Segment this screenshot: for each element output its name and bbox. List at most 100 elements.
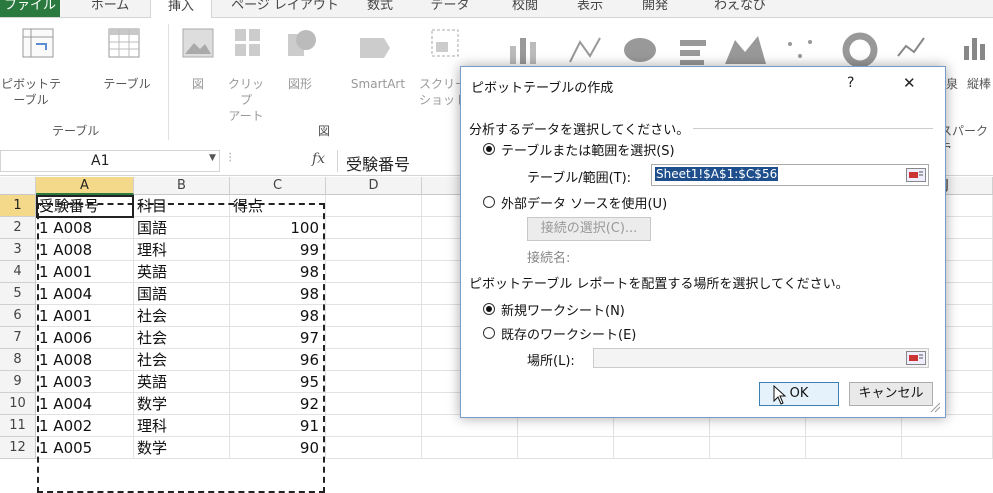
empty-cell[interactable]: [326, 239, 422, 261]
cell-a1[interactable]: 受験番号: [36, 195, 134, 217]
cell-c1[interactable]: 得点: [230, 195, 326, 217]
row-header[interactable]: 4: [0, 261, 36, 283]
cell-c10[interactable]: 92: [230, 393, 326, 415]
cell-b9[interactable]: 英語: [134, 371, 230, 393]
empty-cell[interactable]: [422, 415, 518, 437]
empty-cell[interactable]: [614, 437, 710, 459]
tab-waenabi[interactable]: わえなび: [700, 0, 780, 17]
row-header[interactable]: 10: [0, 393, 36, 415]
empty-cell[interactable]: [902, 437, 993, 459]
cell-b11[interactable]: 理科: [134, 415, 230, 437]
cell-c9[interactable]: 95: [230, 371, 326, 393]
cell-c5[interactable]: 98: [230, 283, 326, 305]
empty-cell[interactable]: [326, 305, 422, 327]
smartart-button[interactable]: SmartArt: [338, 76, 418, 92]
row-header[interactable]: 8: [0, 349, 36, 371]
empty-cell[interactable]: [518, 437, 614, 459]
cell-b4[interactable]: 英語: [134, 261, 230, 283]
row-header[interactable]: 12: [0, 437, 36, 459]
empty-cell[interactable]: [326, 283, 422, 305]
insert-function-icon[interactable]: fx: [312, 151, 325, 167]
cell-c12[interactable]: 90: [230, 437, 326, 459]
radio-table-range[interactable]: [483, 143, 495, 155]
cell-a7[interactable]: 1 A006: [36, 327, 134, 349]
cell-c7[interactable]: 97: [230, 327, 326, 349]
row-header[interactable]: 5: [0, 283, 36, 305]
table-range-input[interactable]: Sheet1!$A$1:$C$56: [651, 164, 929, 186]
chevron-down-icon[interactable]: ▼: [209, 153, 216, 163]
row-header[interactable]: 2: [0, 217, 36, 239]
row-header[interactable]: 9: [0, 371, 36, 393]
choose-connection-button[interactable]: 接続の選択(C)...: [527, 217, 651, 241]
empty-cell[interactable]: [518, 415, 614, 437]
empty-cell[interactable]: [326, 195, 422, 217]
tab-developer[interactable]: 開発: [630, 0, 680, 17]
cell-c11[interactable]: 91: [230, 415, 326, 437]
empty-cell[interactable]: [326, 437, 422, 459]
cell-c2[interactable]: 100: [230, 217, 326, 239]
shapes-button[interactable]: 図形: [280, 76, 320, 92]
collapse-dialog-icon[interactable]: [906, 168, 926, 182]
cell-b6[interactable]: 社会: [134, 305, 230, 327]
tab-page-layout[interactable]: ページ レイアウト: [225, 0, 345, 17]
empty-cell[interactable]: [710, 437, 806, 459]
empty-cell[interactable]: [422, 437, 518, 459]
sparkline-column-button[interactable]: 縦棒: [962, 76, 993, 92]
empty-cell[interactable]: [806, 437, 902, 459]
empty-cell[interactable]: [326, 327, 422, 349]
cell-c3[interactable]: 99: [230, 239, 326, 261]
empty-cell[interactable]: [902, 415, 993, 437]
tab-file[interactable]: ファイル: [0, 0, 60, 17]
picture-button[interactable]: 図: [186, 76, 210, 92]
cell-a5[interactable]: 1 A004: [36, 283, 134, 305]
cell-b1[interactable]: 科目: [134, 195, 230, 217]
row-header[interactable]: 11: [0, 415, 36, 437]
radio-new-worksheet[interactable]: [483, 303, 495, 315]
empty-cell[interactable]: [614, 415, 710, 437]
column-header-c[interactable]: C: [230, 177, 326, 195]
empty-cell[interactable]: [326, 371, 422, 393]
row-header[interactable]: 3: [0, 239, 36, 261]
ok-button[interactable]: OK: [759, 382, 839, 406]
empty-cell[interactable]: [326, 217, 422, 239]
column-header-b[interactable]: B: [134, 177, 230, 195]
cell-a12[interactable]: 1 A005: [36, 437, 134, 459]
close-icon[interactable]: ✕: [903, 74, 916, 92]
radio-external-source[interactable]: [483, 196, 495, 208]
empty-cell[interactable]: [326, 393, 422, 415]
help-button[interactable]: ?: [847, 75, 854, 91]
location-input[interactable]: [593, 348, 929, 368]
tab-data[interactable]: データ: [420, 0, 480, 17]
column-header-a[interactable]: A: [36, 177, 134, 195]
cell-b3[interactable]: 理科: [134, 239, 230, 261]
radio-existing-worksheet[interactable]: [483, 327, 495, 339]
cell-b7[interactable]: 社会: [134, 327, 230, 349]
resize-grip-icon[interactable]: [929, 401, 941, 413]
cell-a9[interactable]: 1 A003: [36, 371, 134, 393]
cell-b10[interactable]: 数学: [134, 393, 230, 415]
cell-a4[interactable]: 1 A001: [36, 261, 134, 283]
column-header-d[interactable]: D: [326, 177, 422, 195]
select-all-corner[interactable]: [0, 177, 36, 195]
cell-a8[interactable]: 1 A008: [36, 349, 134, 371]
empty-cell[interactable]: [326, 261, 422, 283]
tab-home[interactable]: ホーム: [80, 0, 140, 17]
pivot-table-button[interactable]: ピボットテーブル: [0, 76, 62, 108]
cell-b12[interactable]: 数学: [134, 437, 230, 459]
row-header[interactable]: 7: [0, 327, 36, 349]
cancel-button[interactable]: キャンセル: [849, 382, 933, 406]
cell-a11[interactable]: 1 A002: [36, 415, 134, 437]
table-button[interactable]: テーブル: [102, 76, 152, 92]
cell-b8[interactable]: 社会: [134, 349, 230, 371]
collapse-dialog-icon[interactable]: [906, 351, 926, 365]
tab-insert[interactable]: 挿入: [150, 0, 212, 19]
empty-cell[interactable]: [326, 415, 422, 437]
cell-c4[interactable]: 98: [230, 261, 326, 283]
name-box[interactable]: A1 ▼: [0, 150, 220, 172]
cell-a3[interactable]: 1 A008: [36, 239, 134, 261]
cell-c6[interactable]: 98: [230, 305, 326, 327]
cell-a10[interactable]: 1 A004: [36, 393, 134, 415]
cell-b2[interactable]: 国語: [134, 217, 230, 239]
row-header[interactable]: 1: [0, 195, 36, 217]
row-header[interactable]: 6: [0, 305, 36, 327]
